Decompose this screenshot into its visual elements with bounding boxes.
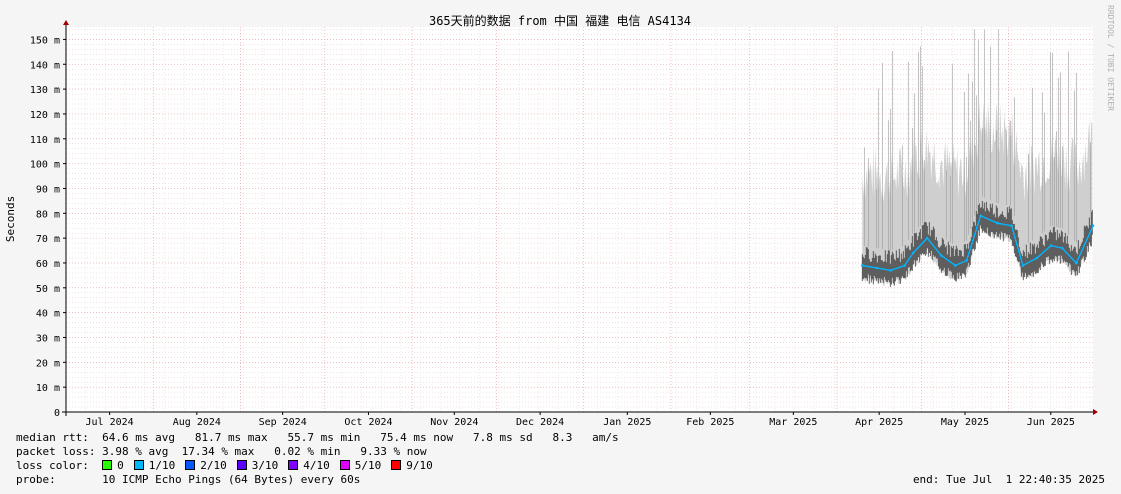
y-tick-label: 150 m [30, 35, 60, 46]
median-rtt-point [1074, 261, 1078, 265]
y-tick-label: 0 [54, 408, 60, 419]
loss-color-label: loss color: [16, 459, 89, 472]
median-rtt-point [979, 214, 982, 218]
x-tick-label: Apr 2025 [855, 417, 903, 428]
loss-color-item: 3/10 [236, 459, 279, 472]
loss-color-row: loss color: 0 1/10 2/10 3/10 4/10 5/10 9/10 [16, 459, 443, 473]
y-tick-label: 100 m [30, 160, 60, 171]
loss-color-swatch [102, 460, 113, 470]
median-rtt-point [889, 269, 892, 272]
y-axis-arrow [63, 20, 69, 25]
y-axis-label: Seconds [4, 196, 17, 242]
packet-loss-row: packet loss: 3.98 % avg 17.34 % max 0.02… [16, 445, 427, 459]
loss-color-item-label: 5/10 [354, 459, 382, 472]
chart-svg: 0 10 m 20 m 30 m 40 m 50 m 60 m 70 m 80 m 90 m 100… [4, 5, 1115, 428]
end-timestamp: end: Tue Jul 1 22:40:35 2025 [912, 473, 1105, 486]
loss-color-item: 5/10 [339, 459, 382, 472]
median-rtt-point [903, 264, 906, 267]
median-rtt-point [1010, 224, 1013, 228]
loss-color-item: 4/10 [288, 459, 330, 472]
loss-color-swatch [133, 460, 144, 470]
median-rtt-point [996, 221, 999, 225]
median-rtt-point [1049, 244, 1053, 247]
loss-color-swatch [391, 460, 402, 470]
loss-color-item-label: 2/10 [200, 459, 227, 472]
y-tick-label: 20 m [36, 358, 60, 369]
y-tick-label: 90 m [36, 184, 60, 195]
y-tick-label: 10 m [36, 383, 60, 394]
loss-color-item: 9/10 [391, 459, 433, 472]
x-tick-labels: Jul 2024 Aug 2024 Sep 2024 Oct 2024 Nov 2024… [86, 417, 1075, 428]
y-tick-label: 130 m [30, 85, 60, 96]
loss-color-item-label: 0 [117, 459, 124, 472]
loss-color-item-label: 1/10 [148, 459, 176, 472]
median-rtt-point [925, 236, 929, 240]
y-tick-label: 30 m [36, 333, 60, 344]
y-tick-label: 80 m [36, 209, 60, 220]
y-tick-label: 50 m [36, 284, 60, 295]
x-tick-label: Feb 2025 [686, 417, 734, 428]
median-rtt-point [1021, 264, 1024, 267]
y-tick-label: 120 m [30, 110, 60, 121]
median-rtt-point [875, 266, 878, 270]
x-tick-label: Mar 2025 [769, 417, 817, 428]
y-tick-label: 60 m [36, 259, 60, 270]
x-tick-label: Oct 2024 [344, 417, 392, 428]
loss-color-swatch [236, 460, 247, 470]
loss-color-swatch [288, 460, 299, 470]
chart-title: 365天前的数据 from 中国 福建 电信 AS4134 [429, 13, 691, 28]
median-rtt-label: median rtt: [16, 431, 89, 444]
loss-color-item-label: 4/10 [303, 459, 330, 472]
median-rtt-values: 64.6 ms avg 81.7 ms max 55.7 ms min 75.4… [102, 431, 619, 444]
loss-color-item: 1/10 [133, 459, 176, 472]
x-tick-label: Sep 2024 [259, 417, 307, 428]
probe-values: 10 ICMP Echo Pings (64 Bytes) every 60s [102, 473, 361, 486]
x-tick-label: Dec 2024 [516, 417, 564, 428]
y-tick-label: 40 m [36, 309, 60, 320]
loss-color-swatch [339, 460, 350, 470]
x-tick-label: Jan 2025 [603, 417, 651, 428]
packet-loss-values: 3.98 % avg 17.34 % max 0.02 % min 9.33 %… [102, 445, 427, 458]
loss-color-item-label: 3/10 [251, 459, 279, 472]
loss-color-item: 0 [102, 459, 124, 472]
median-rtt-row: median rtt: 64.6 ms avg 81.7 ms max 55.7… [16, 431, 619, 445]
x-axis-arrow [1093, 409, 1098, 415]
x-tick-label: Nov 2024 [430, 417, 478, 428]
x-tick-label: Aug 2024 [173, 417, 221, 428]
packet-loss-label: packet loss: [16, 445, 96, 458]
median-rtt-point [965, 259, 968, 262]
median-rtt-point [939, 254, 943, 257]
loss-color-swatch [185, 460, 196, 470]
median-rtt-point [1091, 224, 1095, 228]
x-tick-label: Jul 2024 [86, 417, 134, 428]
loss-color-item-label: 9/10 [406, 459, 433, 472]
probe-label: probe: [16, 473, 56, 486]
smokeping-chart: 0 10 m 20 m 30 m 40 m 50 m 60 m 70 m 80 m 90 m 100… [0, 0, 1121, 494]
y-tick-label: 70 m [36, 234, 60, 245]
y-tick-label: 110 m [30, 135, 60, 146]
median-rtt-point [911, 251, 915, 255]
y-tick-label: 140 m [30, 60, 60, 71]
median-rtt-point [860, 264, 864, 267]
loss-color-item: 2/10 [185, 459, 227, 472]
median-rtt-point [1035, 256, 1039, 260]
median-rtt-point [1060, 246, 1064, 250]
x-tick-label: May 2025 [941, 417, 989, 428]
watermark: RRDTOOL / TOBI OETIKER [1106, 5, 1115, 111]
x-tick-label: Jun 2025 [1027, 417, 1075, 428]
probe-row: probe: 10 ICMP Echo Pings (64 Bytes) eve… [16, 473, 360, 487]
median-rtt-point [953, 264, 957, 267]
y-tick-labels: 0 10 m 20 m 30 m 40 m 50 m 60 m 70 m 80 m 90 m 100… [30, 35, 60, 419]
